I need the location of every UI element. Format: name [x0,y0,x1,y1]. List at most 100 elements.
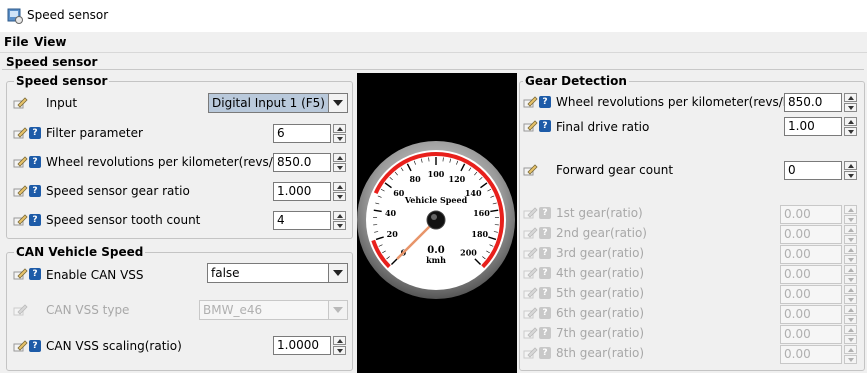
help-icon[interactable]: ? [539,347,551,359]
gauge-tick-label: 180 [471,229,488,239]
spinner-down-icon[interactable] [844,295,857,304]
gear-ratio-input[interactable]: 0.00 [780,285,842,304]
spinner-up-icon[interactable] [333,211,346,220]
gear-ratio-spinner[interactable] [844,245,857,264]
gear-ratio-spinner[interactable] [844,225,857,244]
enable-can-vss-value: false [211,266,240,280]
gauge-tick-label: 140 [465,188,482,198]
spinner-up-icon[interactable] [844,205,857,214]
spinner-down-icon[interactable] [844,235,857,244]
spinner-up-icon[interactable] [844,93,857,102]
spinner-up-icon[interactable] [333,153,346,162]
spinner-up-icon[interactable] [333,124,346,133]
spinner-down-icon[interactable] [844,171,857,180]
help-icon[interactable]: ? [539,247,551,259]
gear-ratio-input[interactable]: 0.00 [780,265,842,284]
gauge-tick-label: 60 [393,188,405,198]
spinner-down-icon[interactable] [844,255,857,264]
spinner-up-icon[interactable] [844,245,857,254]
spinner-up-icon[interactable] [333,336,346,345]
spinner-down-icon[interactable] [844,103,857,112]
chevron-down-icon[interactable] [328,94,347,112]
help-icon[interactable]: ? [29,156,41,168]
gear-ratio-input[interactable]: 1.000 [273,182,331,201]
help-icon[interactable]: ? [539,96,551,108]
enable-can-vss-label: Enable CAN VSS [46,268,144,282]
spinner-up-icon[interactable] [844,285,857,294]
gear-ratio-input[interactable]: 0.00 [780,325,842,344]
spinner-up-icon[interactable] [844,345,857,354]
edit-icon [13,156,28,168]
spinner-up-icon[interactable] [844,325,857,334]
filter-spinner[interactable] [333,124,346,143]
tooth-count-label: Speed sensor tooth count [46,213,201,227]
spinner-down-icon[interactable] [333,221,346,230]
final-drive-spinner[interactable] [844,117,857,136]
spinner-up-icon[interactable] [333,182,346,191]
tooth-count-input[interactable]: 4 [273,211,331,230]
input-select[interactable]: Digital Input 1 (F5) [208,93,348,113]
final-drive-label: Final drive ratio [556,120,650,134]
menu-view[interactable]: View [34,35,66,49]
gear-ratio-spinner[interactable] [844,205,857,224]
gear-ratio-spinner[interactable] [844,325,857,344]
spinner-down-icon[interactable] [844,335,857,344]
spinner-up-icon[interactable] [844,225,857,234]
gear-ratio-spinner[interactable] [333,182,346,201]
gd-wheel-rev-label: Wheel revolutions per kilometer(revs/km) [556,95,807,109]
help-icon[interactable]: ? [539,287,551,299]
spinner-up-icon[interactable] [844,305,857,314]
spinner-down-icon[interactable] [333,134,346,143]
forward-gear-count-input[interactable]: 0 [784,161,842,180]
gear-ratio-spinner[interactable] [844,285,857,304]
tooth-count-spinner[interactable] [333,211,346,230]
gear-ratio-input[interactable]: 0.00 [780,305,842,324]
spinner-down-icon[interactable] [844,127,857,136]
wheel-rev-spinner[interactable] [333,153,346,172]
gear-ratio-input[interactable]: 0.00 [780,245,842,264]
spinner-down-icon[interactable] [844,315,857,324]
final-drive-input[interactable]: 1.00 [784,117,842,136]
menu-file[interactable]: File [4,35,29,49]
forward-gear-count-spinner[interactable] [844,161,857,180]
spinner-down-icon[interactable] [844,275,857,284]
gd-wheel-rev-spinner[interactable] [844,93,857,112]
gear-ratio-spinner[interactable] [844,305,857,324]
help-icon[interactable]: ? [539,227,551,239]
help-icon[interactable]: ? [539,327,551,339]
spinner-down-icon[interactable] [844,355,857,364]
spinner-down-icon[interactable] [844,215,857,224]
help-icon[interactable]: ? [539,307,551,319]
gear-ratio-spinner[interactable] [844,265,857,284]
help-icon[interactable]: ? [29,214,41,226]
enable-can-vss-select[interactable]: false [207,263,348,283]
spinner-up-icon[interactable] [844,117,857,126]
gd-wheel-rev-input[interactable]: 850.0 [784,93,842,112]
filter-input[interactable]: 6 [273,124,331,143]
spinner-down-icon[interactable] [333,346,346,355]
spinner-down-icon[interactable] [333,192,346,201]
can-vss-type-select[interactable]: BMW_e46 [199,300,348,320]
help-icon[interactable]: ? [539,267,551,279]
spinner-down-icon[interactable] [333,163,346,172]
help-icon[interactable]: ? [29,268,41,280]
help-icon[interactable]: ? [29,185,41,197]
help-icon[interactable]: ? [29,340,41,352]
can-vss-scaling-input[interactable]: 1.0000 [273,336,331,355]
can-vss-scaling-label: CAN VSS scaling(ratio) [46,339,182,353]
gear-ratio-input[interactable]: 0.00 [780,205,842,224]
spinner-up-icon[interactable] [844,265,857,274]
chevron-down-icon[interactable] [328,301,347,319]
gauge-tick-label: 120 [449,174,466,184]
wheel-rev-input[interactable]: 850.0 [273,153,331,172]
spinner-up-icon[interactable] [844,161,857,170]
help-icon[interactable]: ? [29,127,41,139]
gear-ratio-input[interactable]: 0.00 [780,345,842,364]
chevron-down-icon[interactable] [328,264,347,282]
gear-ratio-spinner[interactable] [844,345,857,364]
help-icon[interactable]: ? [539,120,551,132]
edit-icon [13,304,28,316]
gear-ratio-input[interactable]: 0.00 [780,225,842,244]
can-vss-scaling-spinner[interactable] [333,336,346,355]
help-icon[interactable]: ? [539,207,551,219]
